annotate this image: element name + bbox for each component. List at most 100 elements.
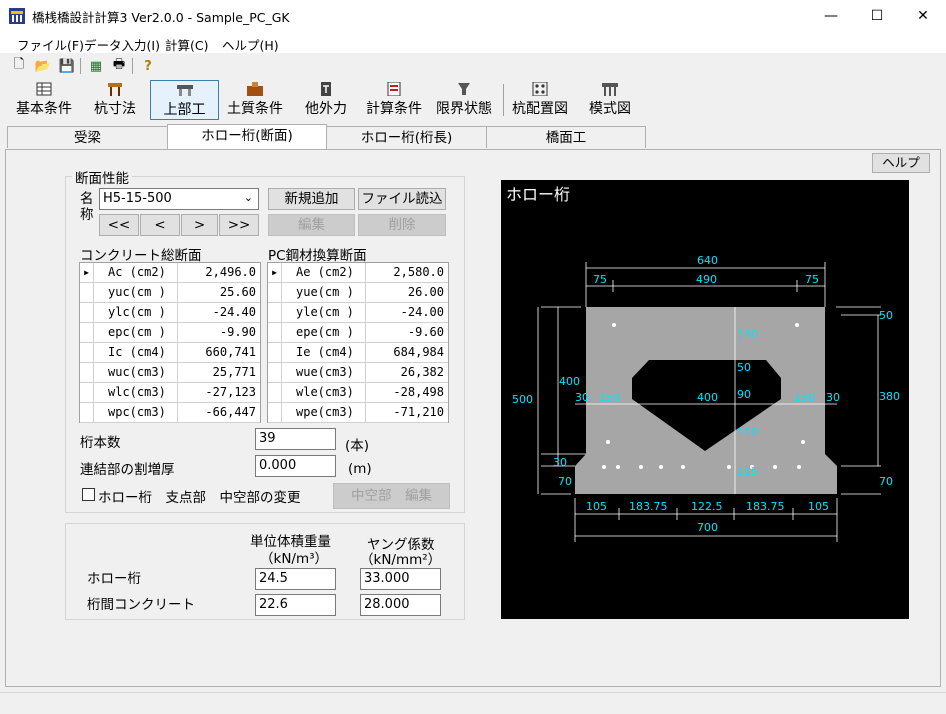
toolbar-schematic[interactable]: 模式図 (584, 80, 636, 120)
pc-row[interactable]: ▶ Ae (cm2) 2,580.0 (268, 263, 448, 283)
pile-icon (108, 83, 122, 96)
edit-button[interactable]: 編集 (268, 214, 355, 236)
open-folder-icon[interactable]: 📂 (33, 56, 53, 76)
concrete-row[interactable]: ylc(cm ) -24.40 (80, 303, 260, 323)
toolbar-basic-conditions[interactable]: 基本条件 (11, 80, 77, 120)
dim-label: 115 (737, 465, 758, 478)
calc-icon[interactable]: ▦ (86, 56, 106, 76)
maximize-button[interactable]: ☐ (854, 0, 900, 31)
pc-row[interactable]: yle(cm ) -24.00 (268, 303, 448, 323)
menu-data-input[interactable]: データ入力(I) (84, 35, 160, 54)
help-icon[interactable]: ? (138, 56, 158, 76)
menu-file[interactable]: ファイル(F) (17, 35, 84, 54)
hollow-edit-button[interactable]: 中空部 編集 (333, 483, 450, 509)
new-file-icon[interactable]: 🗋 (9, 56, 29, 76)
delete-button[interactable]: 削除 (358, 214, 446, 236)
toolbar-pile-dimensions[interactable]: 杭寸法 (88, 80, 142, 120)
concrete-name: wpc(cm3) (94, 403, 178, 422)
toolbar-calc-conditions[interactable]: 計算条件 (361, 80, 427, 120)
file-load-button[interactable]: ファイル読込 (358, 188, 446, 210)
help-button[interactable]: ヘルプ (872, 153, 930, 173)
dim-label: 70 (558, 475, 572, 488)
pc-name: Ie (cm4) (282, 343, 366, 362)
dim-label: 640 (697, 254, 718, 267)
inter-girder-weight-input[interactable]: 22.6 (255, 594, 336, 616)
minimize-button[interactable]: — (808, 0, 854, 31)
menu-help[interactable]: ヘルプ(H) (222, 35, 279, 54)
concrete-name: Ic (cm4) (94, 343, 178, 362)
pc-value[interactable]: -28,498 (366, 383, 448, 402)
row-header (80, 403, 94, 422)
concrete-name: wuc(cm3) (94, 363, 178, 382)
section-name-select[interactable]: H5-15-500 ⌄ (99, 188, 259, 210)
toolbar-soil-conditions[interactable]: 土質条件 (222, 80, 288, 120)
concrete-name: Ac (cm2) (94, 263, 178, 282)
pc-value[interactable]: 26,382 (366, 363, 448, 382)
pc-row[interactable]: wue(cm3) 26,382 (268, 363, 448, 383)
pc-value[interactable]: 26.00 (366, 283, 448, 302)
concrete-row[interactable]: wpc(cm3) -66,447 (80, 403, 260, 423)
girder-count-input[interactable]: 39 (255, 428, 336, 450)
concrete-value[interactable]: 2,496.0 (178, 263, 260, 282)
hollow-girder-weight-input[interactable]: 24.5 (255, 568, 336, 590)
nav-prev-button[interactable]: < (140, 214, 180, 236)
row-indicator-icon: ▶ (80, 263, 94, 282)
small-toolbar: 🗋 📂 💾 ▦ 🖶 ? (0, 53, 946, 79)
tab-hollow-girder-length[interactable]: ホロー桁(桁長) (326, 126, 487, 148)
menu-calculate[interactable]: 計算(C) (165, 35, 208, 54)
concrete-section-grid[interactable]: ▶ Ac (cm2) 2,496.0 yuc(cm ) 25.60 ylc(cm ) -24… (79, 262, 261, 423)
concrete-row[interactable]: Ic (cm4) 660,741 (80, 343, 260, 363)
print-icon[interactable]: 🖶 (109, 56, 129, 76)
concrete-value[interactable]: -66,447 (178, 403, 260, 422)
concrete-row[interactable]: wuc(cm3) 25,771 (80, 363, 260, 383)
pc-value[interactable]: 2,580.0 (366, 263, 448, 282)
pc-section-grid[interactable]: ▶ Ae (cm2) 2,580.0 yue(cm ) 26.00 yle(cm ) -24… (267, 262, 449, 423)
pc-row[interactable]: yue(cm ) 26.00 (268, 283, 448, 303)
toolbar-superstructure[interactable]: 上部工 (150, 80, 219, 120)
pc-value[interactable]: 684,984 (366, 343, 448, 362)
close-button[interactable]: ✕ (900, 0, 946, 31)
save-icon[interactable]: 💾 (57, 56, 77, 76)
concrete-value[interactable]: -9.90 (178, 323, 260, 342)
pc-value[interactable]: -9.60 (366, 323, 448, 342)
toolbar-limit-state[interactable]: 限界状態 (432, 80, 496, 120)
concrete-row[interactable]: yuc(cm ) 25.60 (80, 283, 260, 303)
joint-thickness-input[interactable]: 0.000 (255, 455, 336, 477)
hollow-girder-young-input[interactable]: 33.000 (360, 568, 441, 590)
young-modulus-unit: （kN/mm²） (360, 552, 442, 568)
toolbar-label: 杭配置図 (512, 101, 568, 117)
nav-last-button[interactable]: >> (219, 214, 259, 236)
concrete-value[interactable]: -24.40 (178, 303, 260, 322)
pc-value[interactable]: -24.00 (366, 303, 448, 322)
concrete-value[interactable]: -27,123 (178, 383, 260, 402)
concrete-value[interactable]: 660,741 (178, 343, 260, 362)
dim-label: 30 (826, 391, 840, 404)
concrete-value[interactable]: 25,771 (178, 363, 260, 382)
girder-count-unit: (本) (345, 438, 370, 454)
hollow-change-checkbox[interactable] (82, 488, 95, 501)
nav-next-button[interactable]: > (181, 214, 218, 236)
toolbar-external-force[interactable]: 他外力 (300, 80, 352, 120)
nav-first-button[interactable]: << (99, 214, 139, 236)
row-header (268, 363, 282, 382)
row-header (268, 303, 282, 322)
status-bar (0, 692, 946, 714)
concrete-name: ylc(cm ) (94, 303, 178, 322)
toolbar-pile-layout[interactable]: 杭配置図 (508, 80, 572, 120)
pc-row[interactable]: wpe(cm3) -71,210 (268, 403, 448, 423)
tab-hollow-girder-section[interactable]: ホロー桁(断面) (167, 124, 327, 149)
concrete-row[interactable]: epc(cm ) -9.90 (80, 323, 260, 343)
pc-row[interactable]: wle(cm3) -28,498 (268, 383, 448, 403)
concrete-name: yuc(cm ) (94, 283, 178, 302)
pc-row[interactable]: epe(cm ) -9.60 (268, 323, 448, 343)
concrete-row[interactable]: ▶ Ac (cm2) 2,496.0 (80, 263, 260, 283)
row-header (80, 343, 94, 362)
concrete-value[interactable]: 25.60 (178, 283, 260, 302)
tab-deck-work[interactable]: 橋面工 (486, 126, 646, 148)
concrete-row[interactable]: wlc(cm3) -27,123 (80, 383, 260, 403)
new-add-button[interactable]: 新規追加 (268, 188, 355, 210)
tab-receiving-beam[interactable]: 受梁 (7, 126, 168, 148)
pc-value[interactable]: -71,210 (366, 403, 448, 422)
inter-girder-young-input[interactable]: 28.000 (360, 594, 441, 616)
pc-row[interactable]: Ie (cm4) 684,984 (268, 343, 448, 363)
